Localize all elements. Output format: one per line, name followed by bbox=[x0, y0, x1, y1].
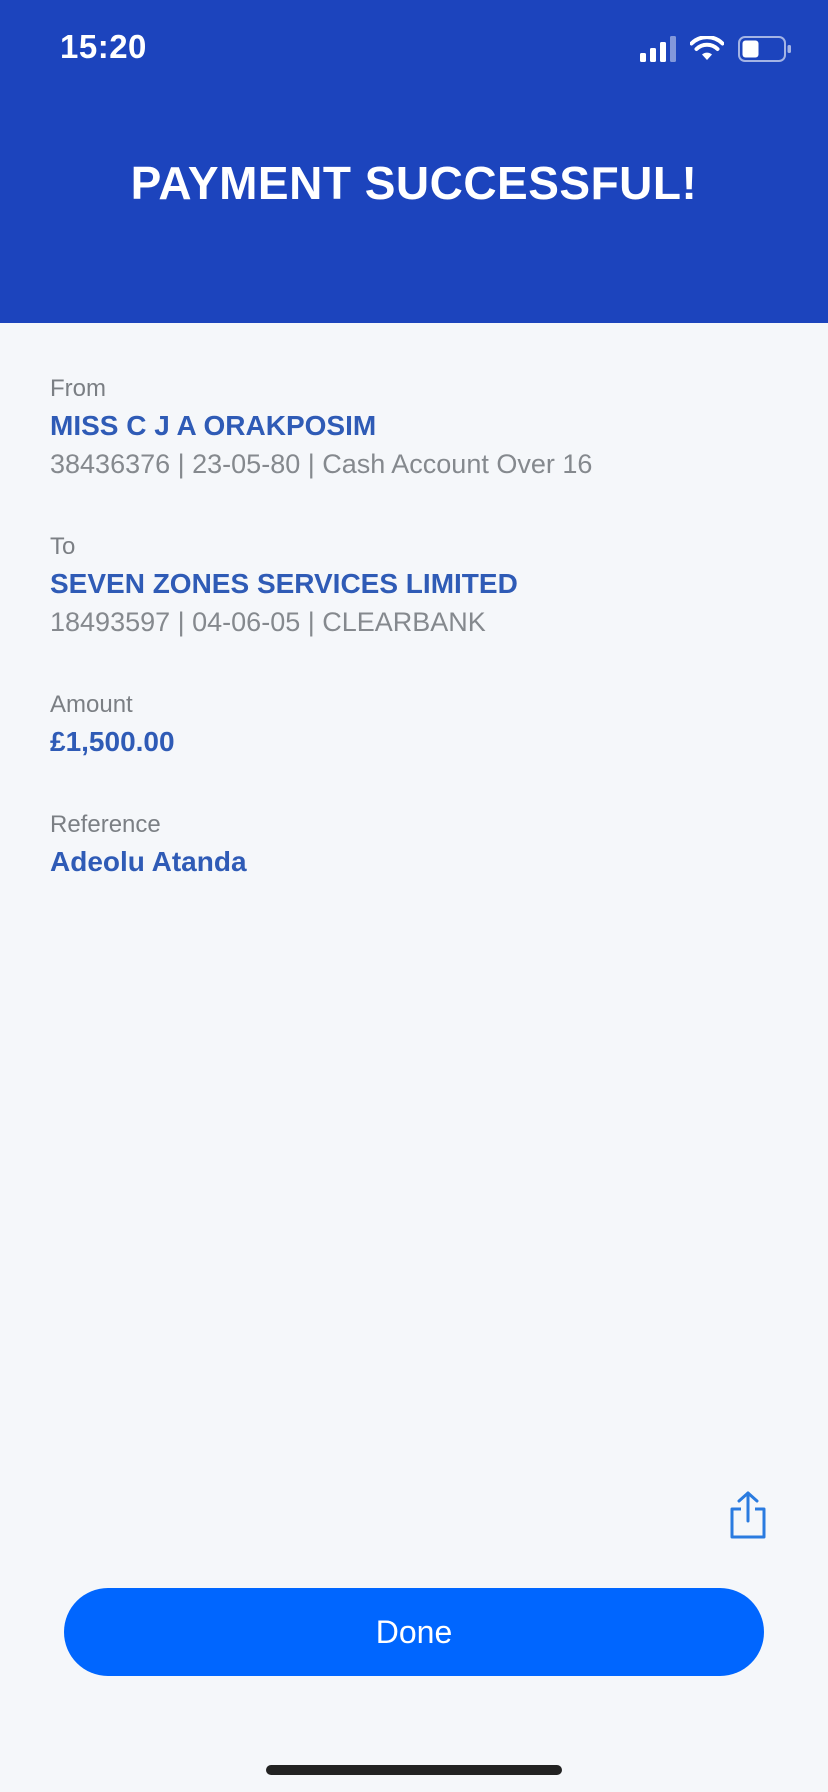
wifi-icon bbox=[689, 35, 725, 62]
done-button[interactable]: Done bbox=[64, 1588, 764, 1676]
home-indicator[interactable] bbox=[266, 1765, 562, 1775]
signal-icon bbox=[640, 36, 678, 62]
amount-section: Amount £1,500.00 bbox=[50, 690, 780, 760]
header-banner: 15:20 PAYMENT SUCCESSFUL! bbox=[0, 0, 828, 323]
battery-icon bbox=[738, 36, 792, 62]
to-account-details: 18493597 | 04-06-05 | CLEARBANK bbox=[50, 607, 486, 637]
from-account-details: 38436376 | 23-05-80 | Cash Account Over … bbox=[50, 449, 593, 479]
reference-section: Reference Adeolu Atanda bbox=[50, 810, 780, 880]
page-title: PAYMENT SUCCESSFUL! bbox=[130, 157, 698, 209]
share-icon[interactable] bbox=[726, 1490, 770, 1540]
reference-value: Adeolu Atanda bbox=[50, 846, 247, 877]
to-name: SEVEN ZONES SERVICES LIMITED bbox=[50, 568, 518, 599]
from-section: From MISS C J A ORAKPOSIM 38436376 | 23-… bbox=[50, 374, 780, 482]
to-section: To SEVEN ZONES SERVICES LIMITED 18493597… bbox=[50, 532, 780, 640]
amount-value: £1,500.00 bbox=[50, 726, 175, 757]
status-icons bbox=[640, 34, 792, 64]
reference-label: Reference bbox=[50, 811, 161, 838]
to-label: To bbox=[50, 533, 76, 560]
from-name: MISS C J A ORAKPOSIM bbox=[50, 410, 377, 441]
status-time: 15:20 bbox=[60, 28, 147, 65]
from-label: From bbox=[50, 375, 106, 402]
amount-label: Amount bbox=[50, 691, 133, 718]
